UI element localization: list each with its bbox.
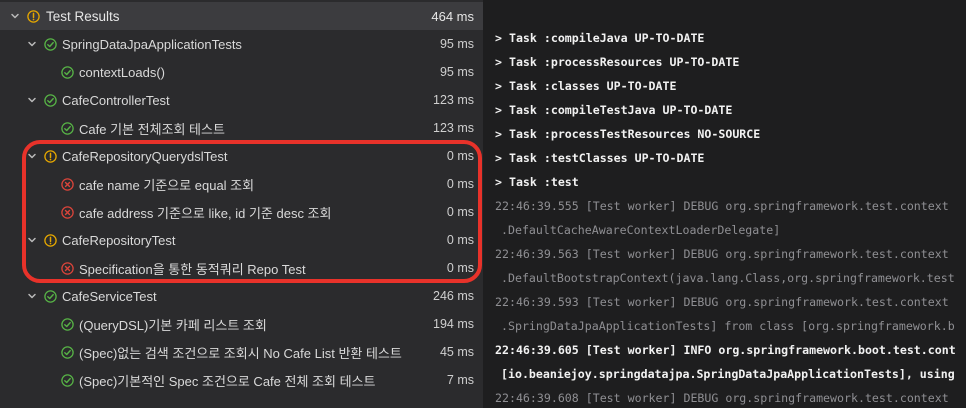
check-circle-icon: [44, 289, 57, 303]
test-duration-label: 95 ms: [439, 65, 474, 79]
test-results-root-row[interactable]: Test Results 464 ms: [0, 2, 483, 30]
test-name-label: (QueryDSL)기본 카페 리스트 조회: [79, 317, 267, 333]
chevron-down-icon[interactable]: [27, 151, 37, 161]
warning-icon: [27, 9, 40, 23]
test-duration-label: 246 ms: [433, 289, 474, 303]
test-class-row[interactable]: CafeRepositoryQuerydslTest 0 ms: [0, 142, 483, 170]
console-log-line: .SpringDataJpaApplicationTests] from cla…: [501, 319, 955, 333]
chevron-down-icon[interactable]: [27, 39, 37, 49]
console-task-line: > Task :test: [495, 175, 579, 189]
chevron-down-icon[interactable]: [27, 235, 37, 245]
test-duration-label: 0 ms: [446, 149, 474, 163]
test-method-row[interactable]: Specification을 통한 동적쿼리 Repo Test 0 ms: [0, 254, 483, 282]
console-log-line: [io.beaniejoy.springdatajpa.SpringDataJp…: [501, 367, 955, 381]
check-circle-icon: [44, 93, 57, 107]
test-duration-label: 0 ms: [446, 233, 474, 247]
console-log-line: .DefaultBootstrapContext(java.lang.Class…: [501, 271, 955, 285]
test-class-row[interactable]: CafeServiceTest 246 ms: [0, 282, 483, 310]
test-name-label: CafeControllerTest: [62, 92, 170, 108]
test-duration-label: 194 ms: [433, 317, 474, 331]
test-name-label: contextLoads(): [79, 64, 165, 80]
console-task-line: > Task :compileTestJava UP-TO-DATE: [495, 103, 733, 117]
test-duration-label: 0 ms: [446, 205, 474, 219]
test-name-label: CafeRepositoryTest: [62, 232, 176, 248]
check-circle-icon: [61, 373, 74, 387]
test-class-row[interactable]: CafeRepositoryTest 0 ms: [0, 226, 483, 254]
console-output[interactable]: > Task :compileJava UP-TO-DATE > Task :pr…: [483, 0, 966, 408]
test-duration-label: 0 ms: [446, 261, 474, 275]
warning-icon: [44, 233, 57, 247]
error-circle-icon: [61, 205, 74, 219]
chevron-down-icon[interactable]: [27, 95, 37, 105]
test-results-duration: 464 ms: [431, 8, 474, 24]
check-circle-icon: [61, 65, 74, 79]
test-results-title: Test Results: [46, 8, 120, 24]
console-task-line: > Task :testClasses UP-TO-DATE: [495, 151, 705, 165]
console-log-line: 22:46:39.563 [Test worker] DEBUG org.spr…: [495, 247, 949, 261]
check-circle-icon: [44, 37, 57, 51]
console-task-line: > Task :processTestResources NO-SOURCE: [495, 127, 761, 141]
check-circle-icon: [61, 121, 74, 135]
test-method-row[interactable]: contextLoads() 95 ms: [0, 58, 483, 86]
console-log-line: 22:46:39.605 [Test worker] INFO org.spri…: [495, 343, 956, 357]
test-name-label: Cafe 기본 전체조회 테스트: [79, 121, 225, 137]
console-task-line: > Task :compileJava UP-TO-DATE: [495, 31, 705, 45]
test-name-label: SpringDataJpaApplicationTests: [62, 36, 242, 52]
test-name-label: (Spec)기본적인 Spec 조건으로 Cafe 전체 조회 테스트: [79, 373, 376, 389]
test-name-label: CafeServiceTest: [62, 288, 157, 304]
error-circle-icon: [61, 177, 74, 191]
console-task-line: > Task :classes UP-TO-DATE: [495, 79, 677, 93]
test-results-tree[interactable]: Test Results 464 ms SpringDataJpaApplica…: [0, 0, 483, 408]
test-duration-label: 45 ms: [439, 345, 474, 359]
check-circle-icon: [61, 317, 74, 331]
test-duration-label: 7 ms: [446, 373, 474, 387]
test-name-label: cafe name 기준으로 equal 조회: [79, 177, 255, 193]
test-method-row[interactable]: cafe address 기준으로 like, id 기준 desc 조회 0 m…: [0, 198, 483, 226]
test-class-row[interactable]: SpringDataJpaApplicationTests 95 ms: [0, 30, 483, 58]
test-method-row[interactable]: cafe name 기준으로 equal 조회 0 ms: [0, 170, 483, 198]
chevron-down-icon[interactable]: [27, 291, 37, 301]
test-duration-label: 95 ms: [439, 37, 474, 51]
test-duration-label: 123 ms: [433, 93, 474, 107]
test-name-label: CafeRepositoryQuerydslTest: [62, 148, 228, 164]
console-task-line: > Task :processResources UP-TO-DATE: [495, 55, 740, 69]
test-duration-label: 0 ms: [446, 177, 474, 191]
test-method-row[interactable]: (Spec)기본적인 Spec 조건으로 Cafe 전체 조회 테스트 7 ms: [0, 366, 483, 394]
test-name-label: Specification을 통한 동적쿼리 Repo Test: [79, 261, 306, 277]
test-method-row[interactable]: Cafe 기본 전체조회 테스트 123 ms: [0, 114, 483, 142]
test-name-label: (Spec)없는 검색 조건으로 조회시 No Cafe List 반환 테스트: [79, 345, 402, 361]
error-circle-icon: [61, 261, 74, 275]
test-duration-label: 123 ms: [433, 121, 474, 135]
console-log-line: 22:46:39.608 [Test worker] DEBUG org.spr…: [495, 391, 949, 405]
test-method-row[interactable]: (Spec)없는 검색 조건으로 조회시 No Cafe List 반환 테스트…: [0, 338, 483, 366]
test-name-label: cafe address 기준으로 like, id 기준 desc 조회: [79, 205, 332, 221]
test-method-row[interactable]: (QueryDSL)기본 카페 리스트 조회 194 ms: [0, 310, 483, 338]
console-log-line: 22:46:39.555 [Test worker] DEBUG org.spr…: [495, 199, 949, 213]
warning-icon: [44, 149, 57, 163]
test-runner-window: Test Results 464 ms SpringDataJpaApplica…: [0, 0, 966, 408]
console-log-line: .DefaultCacheAwareContextLoaderDelegate]: [501, 223, 781, 237]
chevron-down-icon[interactable]: [10, 11, 20, 21]
check-circle-icon: [61, 345, 74, 359]
console-log-line: 22:46:39.593 [Test worker] DEBUG org.spr…: [495, 295, 949, 309]
test-class-row[interactable]: CafeControllerTest 123 ms: [0, 86, 483, 114]
